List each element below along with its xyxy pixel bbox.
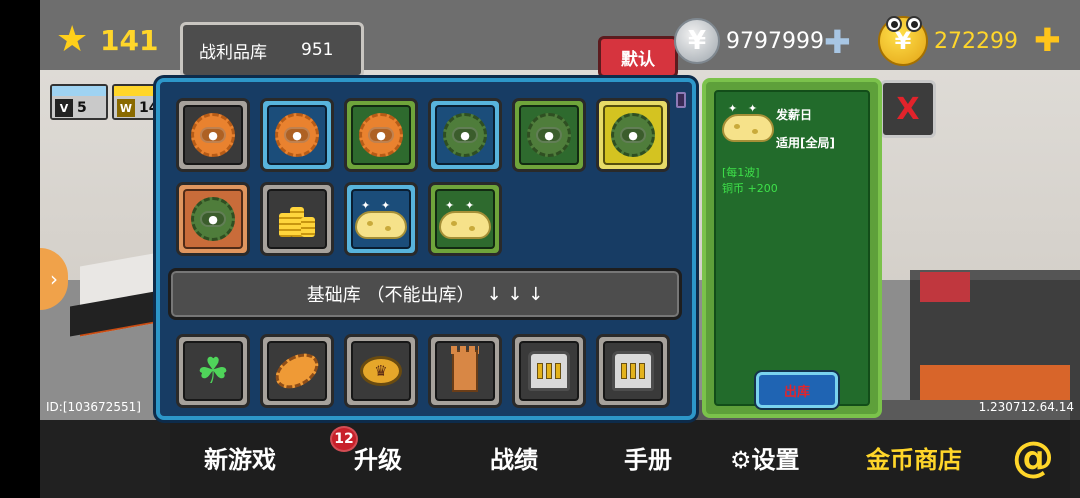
rank-w-icon: W [117, 99, 135, 117]
base-inventory-slot[interactable] [596, 334, 670, 408]
green-bottlecap-icon: ● [527, 113, 571, 157]
inventory-slot[interactable]: ✦ ✦ [428, 182, 502, 256]
add-silver-button[interactable]: ✚ [824, 26, 851, 58]
silver-amount: 9797999 [726, 28, 824, 54]
inventory-slot[interactable]: ● [344, 98, 418, 172]
nav-settings[interactable]: ⚙设置 [730, 440, 800, 475]
orange-bottlecap-icon: ● [359, 113, 403, 157]
oval-coin-icon [269, 346, 325, 396]
nav-new-game[interactable]: 新游戏 [204, 440, 276, 475]
item-name: 发薪日 [776, 108, 813, 122]
at-icon[interactable]: @ [1012, 432, 1054, 481]
coin-stack-icon [275, 197, 319, 241]
down-arrows-icon: ↓ ↓ ↓ [486, 283, 544, 305]
green-bottlecap-icon: ● [443, 113, 487, 157]
silver-currency: ¥ 9797999 [674, 18, 824, 64]
cheese-icon: ✦ ✦ [722, 102, 774, 142]
orange-bottlecap-icon: ● [191, 113, 235, 157]
crown-coin-icon: ♛ [360, 356, 402, 386]
cheese-icon: ✦ ✦ [439, 199, 491, 239]
level-badge: V5 [50, 84, 108, 120]
base-inventory-slot[interactable] [428, 334, 502, 408]
base-inventory-slot[interactable] [260, 334, 334, 408]
orange-bottlecap-icon: ● [275, 113, 319, 157]
item-effect-reward: 铜币 +200 [722, 182, 778, 195]
item-detail-panel: ✦ ✦ 发薪日 适用[全局] [每1波] 铜币 +200 出库 [702, 78, 882, 418]
red-vehicle [920, 272, 970, 302]
inventory-slot[interactable]: ● [176, 182, 250, 256]
base-storage-label: 基础库 （不能出库） [306, 285, 475, 306]
nav-upgrade[interactable]: 升级 [354, 440, 402, 475]
nav-records[interactable]: 战绩 [490, 440, 538, 475]
green-bottlecap-icon: ● [191, 197, 235, 241]
nav-settings-label: 设置 [751, 446, 800, 474]
rank-v-icon: V [55, 99, 73, 117]
loot-storage-tab[interactable]: 战利品库 951 [180, 22, 364, 78]
close-icon: X [896, 91, 920, 127]
inventory-slot[interactable]: ● [596, 98, 670, 172]
inventory-slot[interactable]: ● [260, 98, 334, 172]
stars-counter: ★ 141 [56, 22, 158, 58]
version-text: 1.230712.64.14 [978, 400, 1074, 414]
base-inventory-slot[interactable]: ♛ [344, 334, 418, 408]
level-badges: V5 W 14 [50, 84, 170, 120]
selected-item-icon: ✦ ✦ [722, 102, 774, 142]
safe-icon [612, 351, 654, 391]
base-inventory-slot[interactable] [512, 334, 586, 408]
gear-icon: ⚙ [730, 446, 752, 474]
withdraw-button[interactable]: 出库 [756, 372, 838, 408]
inventory-slot[interactable]: ✦ ✦ [344, 182, 418, 256]
stars-value: 141 [100, 23, 159, 57]
close-button[interactable]: X [880, 80, 936, 138]
level-badge-value: 5 [77, 100, 87, 116]
silver-coin-icon: ¥ [674, 18, 720, 64]
base-inventory-slot[interactable]: ☘ [176, 334, 250, 408]
base-storage-divider: 基础库 （不能出库） ↓ ↓ ↓ [168, 268, 682, 320]
inventory-slot[interactable]: ● [428, 98, 502, 172]
item-scope: 适用[全局] [776, 136, 835, 150]
green-bottlecap-icon: ● [611, 113, 655, 157]
level-badge-bar [52, 86, 106, 96]
player-id: ID:[103672551] [46, 400, 141, 414]
cheese-icon: ✦ ✦ [355, 199, 407, 239]
chevron-right-icon: › [50, 267, 58, 291]
safe-icon [528, 351, 570, 391]
coin-eye-right [906, 16, 922, 32]
inventory-slot[interactable]: ● [512, 98, 586, 172]
gold-amount: 272299 [934, 28, 1018, 54]
gold-coin-icon: ¥ [878, 16, 928, 66]
star-icon: ★ [56, 19, 89, 60]
inventory-panel: ● ● ● ● ● ● ● ✦ ✦ ✦ ✦ 基础库 （不能出库） ↓ ↓ ↓ ☘ ♛ [156, 78, 696, 420]
nav-gold-shop[interactable]: 金币商店 [866, 440, 962, 475]
loot-storage-count: 951 [301, 40, 334, 60]
default-button[interactable]: 默认 [598, 36, 678, 78]
item-detail-content: ✦ ✦ 发薪日 适用[全局] [每1波] 铜币 +200 出库 [714, 90, 870, 408]
nav-manual[interactable]: 手册 [624, 440, 672, 475]
scrollbar-handle[interactable] [676, 92, 686, 108]
item-effect-trigger: [每1波] [722, 166, 760, 179]
coin-eye-left [886, 16, 902, 32]
building-stripe [920, 365, 1070, 405]
inventory-slot[interactable]: ● [176, 98, 250, 172]
tower-icon [451, 346, 479, 392]
add-gold-button[interactable]: ✚ [1034, 24, 1061, 56]
loot-storage-label: 战利品库 [199, 42, 267, 63]
inventory-slot[interactable] [260, 182, 334, 256]
clover-icon: ☘ [196, 350, 230, 392]
gold-currency: ¥ 272299 [878, 16, 1018, 66]
